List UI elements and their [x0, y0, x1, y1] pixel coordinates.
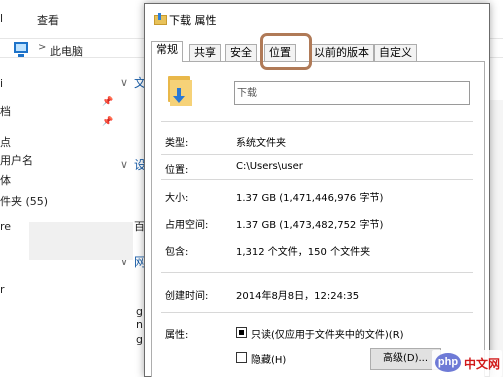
- created-value: 2014年8月8日，12:24:35: [236, 291, 360, 302]
- divider: [161, 179, 473, 180]
- nav-item-3[interactable]: 点: [0, 134, 11, 150]
- tab-security[interactable]: 安全: [225, 44, 257, 61]
- type-value: 系统文件夹: [236, 138, 286, 149]
- downloads-folder-icon: [154, 13, 167, 25]
- divider: [161, 272, 473, 273]
- blurred-region: [29, 222, 133, 260]
- contains-value: 1,312 个文件，150 个文件夹: [236, 247, 371, 258]
- watermark: php 中文网: [432, 350, 502, 377]
- tab-previous-versions[interactable]: 以前的版本: [309, 44, 374, 61]
- contains-label: 包含:: [165, 247, 189, 258]
- readonly-checkbox[interactable]: [236, 327, 247, 338]
- chevron-down-icon[interactable]: ∨: [120, 158, 128, 171]
- downloads-folder-large-icon: [168, 76, 192, 106]
- readonly-label[interactable]: 只读(仅应用于文件夹中的文件)(R): [251, 326, 404, 341]
- size-label: 大小:: [165, 193, 189, 204]
- size-on-disk-value: 1.37 GB (1,473,482,752 字节): [236, 220, 384, 231]
- attributes-label: 属性:: [165, 330, 189, 341]
- hidden-label[interactable]: 隐藏(H): [251, 351, 286, 366]
- type-label: 类型:: [165, 138, 189, 149]
- php-logo-icon: php: [435, 353, 461, 372]
- location-label: 位置:: [165, 165, 189, 176]
- created-label: 创建时间:: [165, 291, 209, 302]
- size-value: 1.37 GB (1,471,446,976 字节): [236, 193, 384, 204]
- watermark-site-text: 中文网: [464, 357, 501, 371]
- breadcrumb-location[interactable]: 此电脑: [50, 43, 83, 59]
- this-pc-icon: [14, 42, 28, 57]
- nav-item-2[interactable]: 档: [0, 103, 11, 119]
- folder-name-input[interactable]: [237, 86, 467, 97]
- advanced-button[interactable]: 高级(D)...: [370, 348, 441, 370]
- nav-item-user[interactable]: 用户名: [0, 152, 33, 168]
- chevron-down-icon[interactable]: ∨: [120, 76, 128, 89]
- nav-item-1[interactable]: i: [0, 77, 3, 90]
- hidden-checkbox[interactable]: [236, 352, 247, 363]
- pin-icon: 📌: [102, 97, 114, 107]
- nav-item-4[interactable]: 体: [0, 172, 11, 188]
- menu-item-partial[interactable]: l: [0, 12, 3, 25]
- fragment-n: n: [136, 318, 143, 331]
- dialog-title: 下载 属性: [169, 14, 217, 27]
- divider: [161, 154, 473, 155]
- size-on-disk-label: 占用空间:: [165, 220, 209, 231]
- nav-item-folder-count[interactable]: 件夹 (55): [0, 193, 48, 209]
- properties-dialog: 下载 属性 常规 共享 安全 位置 以前的版本 自定义 类型: 系统文件夹 位置…: [144, 3, 490, 377]
- location-value: C:\Users\user: [236, 161, 303, 172]
- menu-view[interactable]: 查看: [37, 12, 59, 28]
- tab-customize[interactable]: 自定义: [374, 44, 417, 61]
- location-tab-highlight: [260, 33, 312, 70]
- nav-item-6[interactable]: r: [0, 283, 5, 296]
- divider: [161, 121, 473, 122]
- breadcrumb-separator: >: [38, 42, 47, 53]
- fragment-g1: g: [136, 305, 143, 318]
- divider: [161, 312, 473, 313]
- fragment-g2: g: [136, 333, 143, 346]
- tab-general[interactable]: 常规: [151, 41, 183, 62]
- folder-name-field[interactable]: [234, 81, 470, 105]
- tab-sharing[interactable]: 共享: [189, 44, 221, 61]
- pin-icon: 📌: [102, 117, 114, 127]
- nav-item-5[interactable]: re: [0, 220, 11, 233]
